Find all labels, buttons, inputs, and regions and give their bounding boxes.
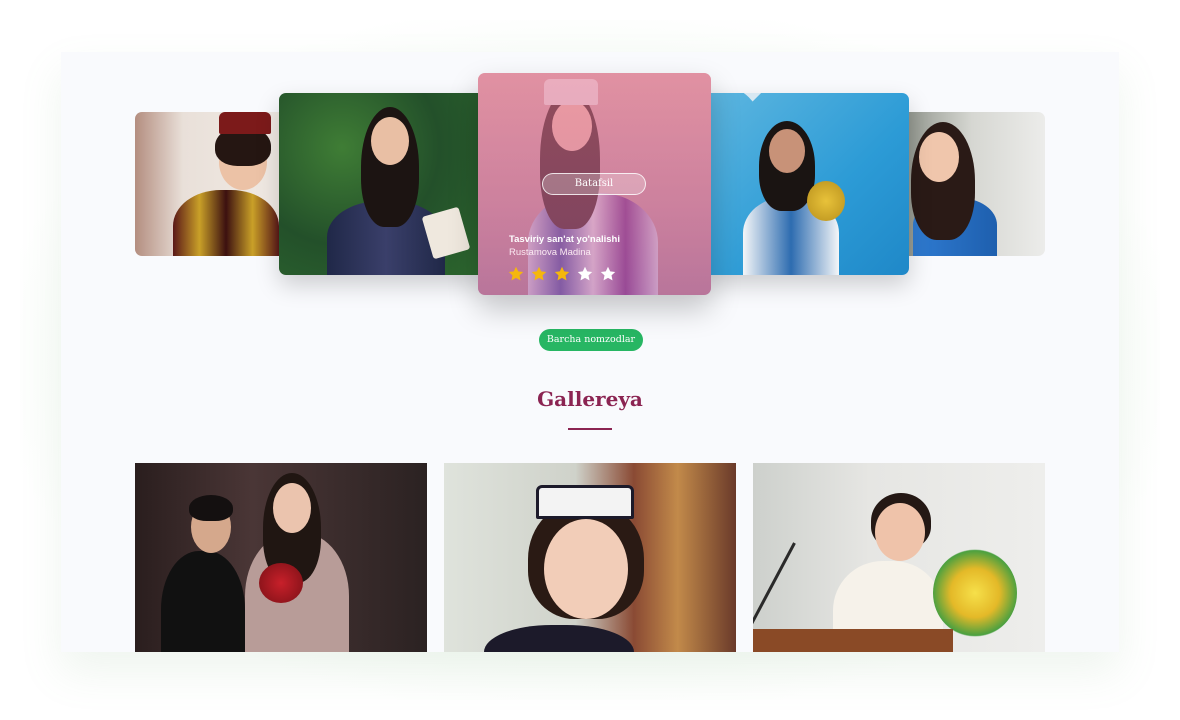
gallery-item[interactable] xyxy=(444,463,736,652)
details-button[interactable]: Batafsil xyxy=(542,173,646,195)
all-nominees-button[interactable]: Barcha nomzodlar xyxy=(539,329,643,351)
gallery-photo xyxy=(444,463,736,652)
nominee-photo xyxy=(701,93,909,275)
star-filled-icon xyxy=(531,266,547,281)
gallery-item[interactable] xyxy=(135,463,427,652)
nominee-photo xyxy=(279,93,489,275)
nominee-photo xyxy=(135,112,295,256)
carousel-card-featured[interactable]: Batafsil Tasviriy san'at yo'nalishi Rust… xyxy=(478,73,711,295)
star-empty-icon xyxy=(577,266,593,281)
page-frame: Batafsil Tasviriy san'at yo'nalishi Rust… xyxy=(61,52,1119,652)
gallery-photo xyxy=(753,463,1045,652)
carousel-card[interactable] xyxy=(899,112,1045,256)
title-divider xyxy=(568,428,612,430)
nominee-photo xyxy=(899,112,1045,256)
star-filled-icon xyxy=(554,266,570,281)
star-empty-icon xyxy=(600,266,616,281)
rating-stars xyxy=(508,266,616,282)
gallery-photo xyxy=(135,463,427,652)
nominee-name: Rustamova Madina xyxy=(509,247,591,258)
gallery-title: Gallereya xyxy=(537,387,643,411)
carousel-card[interactable] xyxy=(701,93,909,275)
carousel-card[interactable] xyxy=(279,93,489,275)
carousel-card[interactable] xyxy=(135,112,295,256)
gallery-item[interactable] xyxy=(753,463,1045,652)
nominee-category: Tasviriy san'at yo'nalishi xyxy=(509,234,620,245)
star-filled-icon xyxy=(508,266,524,281)
